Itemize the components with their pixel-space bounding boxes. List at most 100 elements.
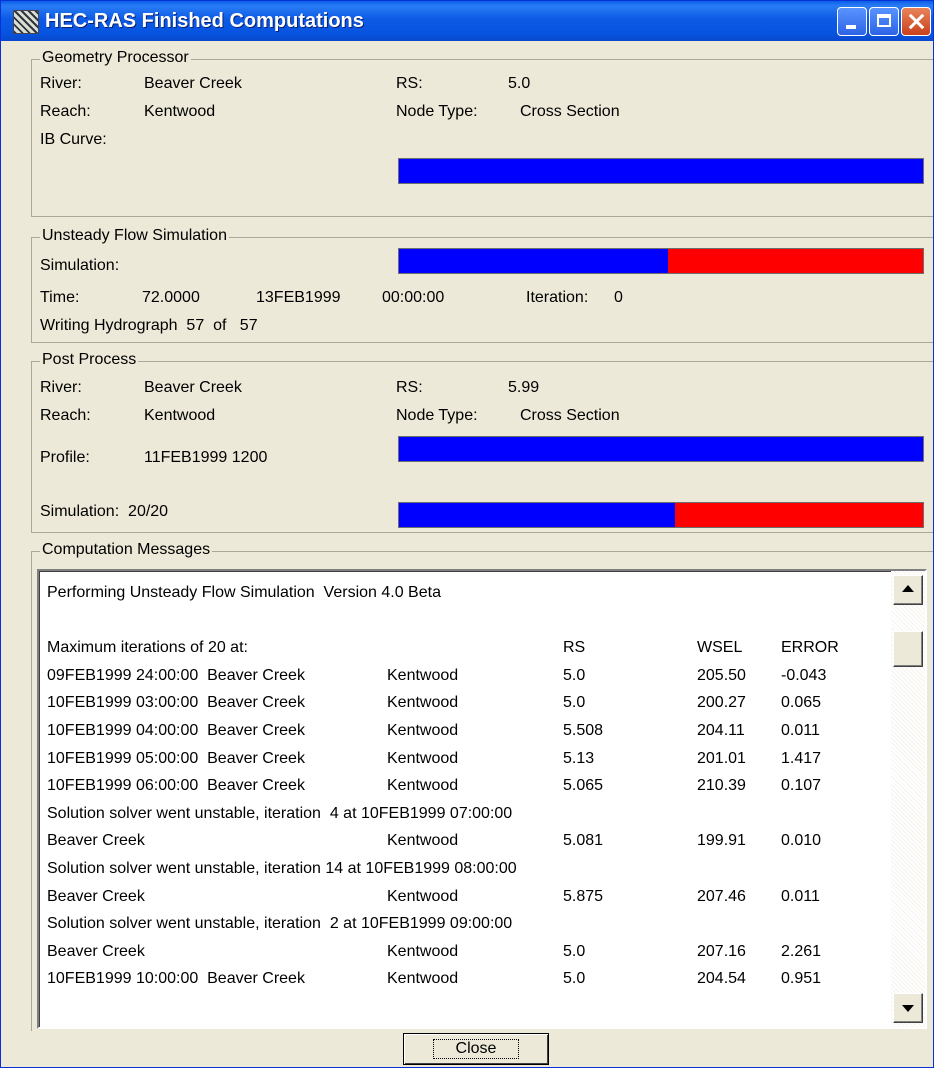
time-label: Time:: [40, 289, 80, 306]
message-c1: 10FEB1999 10:00:00 Beaver Creek: [47, 970, 305, 988]
rs-value: 5.0: [508, 75, 531, 92]
message-c1: Solution solver went unstable, iteration…: [47, 860, 517, 877]
message-rs: 5.0: [563, 694, 586, 712]
clock-value: 00:00:00: [382, 289, 445, 306]
message-rs: 5.0: [563, 970, 586, 988]
simulation-status: Simulation: 20/20: [40, 503, 169, 520]
message-line: [47, 607, 887, 635]
message-wsel: 204.54: [697, 970, 746, 988]
message-rs: RS: [563, 639, 586, 657]
message-reach: Kentwood: [387, 832, 459, 850]
message-c1: 10FEB1999 06:00:00 Beaver Creek: [47, 777, 305, 795]
message-err: 0.951: [781, 970, 822, 988]
window-title: HEC-RAS Finished Computations: [45, 10, 364, 32]
message-wsel: 205.50: [697, 666, 746, 684]
node-type-value: Cross Section: [520, 407, 620, 424]
message-err: 1.417: [781, 749, 822, 767]
group-label: Post Process: [40, 350, 139, 370]
message-line: Maximum iterations of 20 at: RS WSEL ERROR: [47, 634, 887, 662]
message-c1: Beaver Creek: [47, 832, 145, 850]
message-line: 10FEB1999 10:00:00 Beaver Creek Kentwood 5…: [47, 965, 887, 993]
reach-value: Kentwood: [144, 407, 216, 424]
profile-value: 11FEB1999 1200: [144, 449, 268, 466]
message-c1: Solution solver went unstable, iteration…: [47, 915, 513, 933]
hec-ras-app-icon: [13, 10, 39, 34]
profile-label: Profile:: [40, 449, 90, 466]
message-c1: Beaver Creek: [47, 887, 145, 905]
message-c1: 09FEB1999 24:00:00 Beaver Creek: [47, 666, 305, 684]
message-line: 10FEB1999 06:00:00 Beaver Creek Kentwood 5…: [47, 772, 887, 800]
message-line: Beaver Creek Kentwood 5.875 207.46 0.011: [47, 883, 887, 911]
message-wsel: 201.01: [697, 749, 746, 767]
message-rs: 5.065: [563, 777, 604, 795]
messages-listbox[interactable]: Performing Unsteady Flow Simulation Vers…: [37, 569, 927, 1029]
message-reach: Kentwood: [387, 666, 459, 684]
message-reach: Kentwood: [387, 749, 459, 767]
message-line: Solution solver went unstable, iteration…: [47, 855, 887, 883]
message-line: Beaver Creek Kentwood 5.081 199.91 0.010: [47, 827, 887, 855]
group-label: Computation Messages: [40, 540, 213, 560]
profile-progress-bar: [398, 436, 924, 462]
message-err: 2.261: [781, 942, 822, 960]
iteration-label: Iteration:: [526, 289, 589, 306]
message-wsel: WSEL: [697, 639, 743, 657]
messages-text[interactable]: Performing Unsteady Flow Simulation Vers…: [39, 571, 891, 1027]
message-rs: 5.0: [563, 666, 586, 684]
vertical-scrollbar[interactable]: [891, 571, 925, 1027]
rs-value: 5.99: [508, 379, 540, 396]
message-line: Solution solver went unstable, iteration…: [47, 910, 887, 938]
message-line: Beaver Creek Kentwood 5.0 207.16 2.261: [47, 938, 887, 966]
post-process-group: Post Process River: Beaver Creek Reach: …: [31, 350, 933, 533]
simulation-label: Simulation:: [40, 257, 120, 274]
maximize-button[interactable]: [869, 7, 899, 36]
time-value: 72.0000: [142, 289, 200, 306]
iteration-value: 0: [614, 289, 623, 306]
close-window-button[interactable]: [901, 7, 931, 36]
message-err: 0.010: [781, 832, 822, 850]
progress-fill: [399, 249, 668, 273]
hydrograph-status: Writing Hydrograph 57 of 57: [40, 317, 258, 334]
river-label: River:: [40, 379, 82, 396]
river-label: River:: [40, 75, 82, 92]
title-bar[interactable]: HEC-RAS Finished Computations: [1, 1, 933, 41]
date-value: 13FEB1999: [256, 289, 341, 306]
geometry-processor-group: Geometry Processor River: Beaver Creek R…: [31, 48, 933, 217]
close-button[interactable]: Close: [403, 1033, 549, 1065]
group-label: Unsteady Flow Simulation: [40, 226, 229, 246]
node-type-value: Cross Section: [520, 103, 620, 120]
message-reach: Kentwood: [387, 722, 459, 739]
group-label: Geometry Processor: [40, 48, 191, 68]
rs-label: RS:: [396, 379, 423, 396]
scroll-up-arrow-icon[interactable]: [893, 575, 923, 605]
rs-label: RS:: [396, 75, 423, 92]
scroll-down-arrow-icon[interactable]: [893, 993, 923, 1023]
message-err: 0.011: [781, 887, 820, 905]
message-line: 10FEB1999 04:00:00 Beaver Creek Kentwood 5…: [47, 717, 887, 745]
message-err: 0.065: [781, 694, 822, 712]
message-c1: 10FEB1999 05:00:00 Beaver Creek: [47, 749, 305, 767]
message-reach: Kentwood: [387, 694, 459, 712]
message-c1: Solution solver went unstable, iteration…: [47, 804, 513, 822]
message-c1: 10FEB1999 03:00:00 Beaver Creek: [47, 694, 305, 712]
message-c1: 10FEB1999 04:00:00 Beaver Creek: [47, 722, 305, 739]
simulation-progress-bar: [398, 248, 924, 274]
message-err: -0.043: [781, 666, 827, 684]
message-err: ERROR: [781, 639, 839, 657]
message-err: 0.107: [781, 777, 822, 795]
message-rs: 5.508: [563, 722, 604, 739]
message-rs: 5.081: [563, 832, 604, 850]
message-reach: Kentwood: [387, 970, 459, 988]
reach-label: Reach:: [40, 103, 91, 120]
message-wsel: 210.39: [697, 777, 746, 795]
progress-fill: [399, 159, 923, 183]
unsteady-flow-group: Unsteady Flow Simulation Simulation: Tim…: [31, 226, 933, 343]
message-wsel: 204.11: [697, 722, 745, 739]
scroll-thumb[interactable]: [893, 631, 923, 667]
message-line: 10FEB1999 05:00:00 Beaver Creek Kentwood 5…: [47, 745, 887, 773]
node-type-label: Node Type:: [396, 103, 478, 120]
ib-curve-label: IB Curve:: [40, 131, 107, 148]
message-rs: 5.13: [563, 749, 595, 767]
minimize-button[interactable]: [837, 7, 867, 36]
close-button-label: Close: [432, 1039, 520, 1059]
reach-value: Kentwood: [144, 103, 216, 120]
